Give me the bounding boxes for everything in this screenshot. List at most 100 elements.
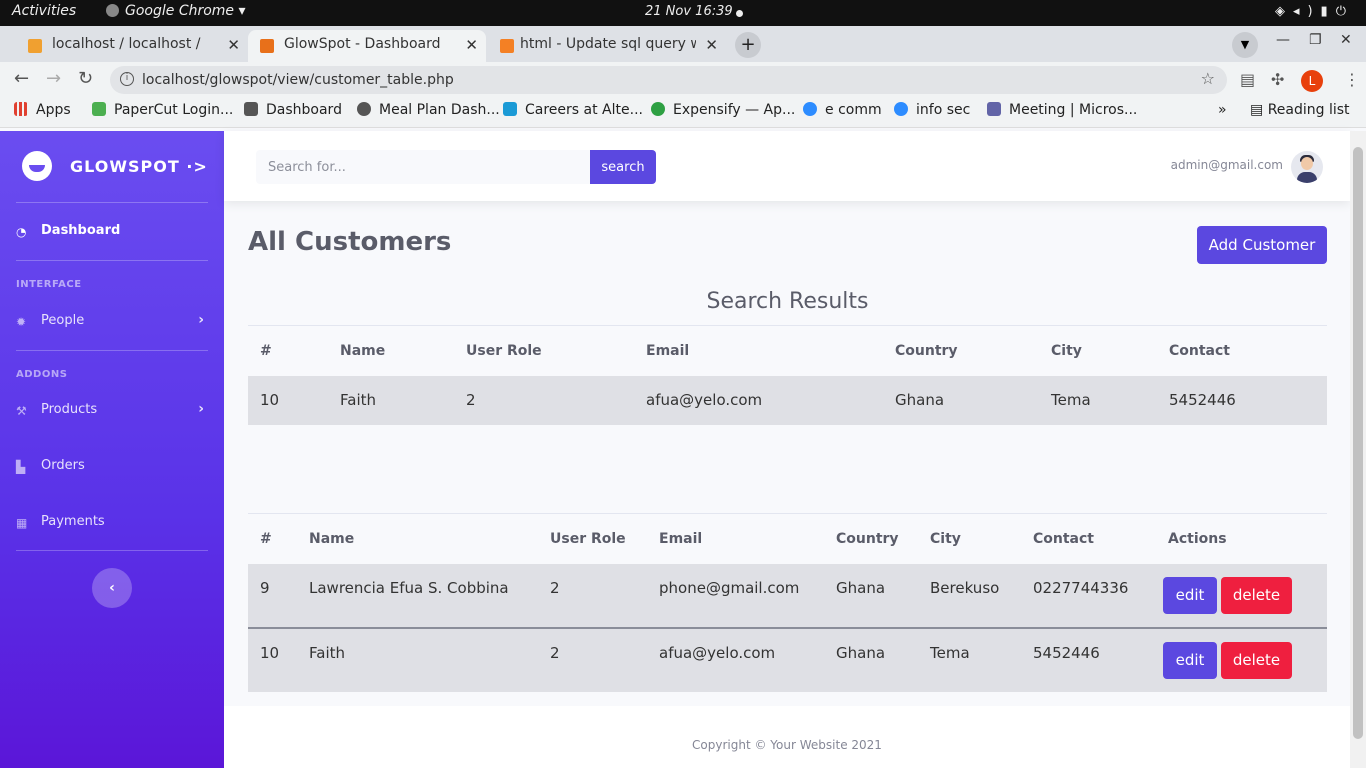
bookmark-papercut[interactable]: PaperCut Login... <box>92 102 233 118</box>
sidebar-item-orders[interactable]: ▙ Orders <box>16 458 208 480</box>
cell-city: Tema <box>930 643 970 662</box>
notification-dot-icon <box>736 10 743 17</box>
bookmark-label: Meeting | Micros... <box>1009 102 1138 118</box>
reader-mode-icon[interactable]: ▤ <box>1240 70 1255 89</box>
user-email[interactable]: admin@gmail.com <box>1171 158 1283 172</box>
column-header: Actions <box>1168 530 1227 547</box>
sidebar-item-products[interactable]: ⚒ Products › <box>16 401 208 424</box>
delete-button[interactable]: delete <box>1221 576 1292 614</box>
column-header: Name <box>309 530 355 547</box>
cell-country: Ghana <box>836 578 886 597</box>
maximize-icon[interactable]: ❐ <box>1309 32 1322 48</box>
bookmark-label: Dashboard <box>266 102 342 118</box>
bookmark-ecomm[interactable]: e comm <box>803 102 882 118</box>
search-input[interactable] <box>256 150 590 184</box>
avatar-body <box>1297 172 1317 183</box>
more-bookmarks-icon[interactable]: » <box>1218 102 1227 118</box>
bookmark-expensify[interactable]: Expensify — Ap... <box>651 102 795 118</box>
info-icon[interactable]: i <box>120 72 134 86</box>
column-header: Contact <box>1169 342 1230 359</box>
tab-glowspot[interactable]: GlowSpot - Dashboard ✕ <box>248 30 486 62</box>
column-header: Country <box>836 530 899 547</box>
address-bar[interactable]: i localhost/glowspot/view/customer_table… <box>110 66 1227 94</box>
sidebar-item-people[interactable]: ✹ People › <box>16 312 208 335</box>
cell-role: 2 <box>466 391 476 409</box>
sidebar-item-label: Payments <box>41 514 105 529</box>
reload-icon[interactable]: ↻ <box>78 68 93 89</box>
bookmark-meal-plan[interactable]: Meal Plan Dash... <box>357 102 500 118</box>
cell-country: Ghana <box>836 643 886 662</box>
chrome-icon <box>106 4 119 17</box>
battery-icon: ▮ <box>1320 4 1336 19</box>
bookmark-label: info sec <box>916 102 971 118</box>
cell-city: Berekuso <box>930 578 1000 597</box>
bookmark-label: PaperCut Login... <box>114 102 234 118</box>
tab-search-chevron-icon[interactable]: ▼ <box>1232 32 1258 58</box>
bookmark-infosec[interactable]: info sec <box>894 102 970 118</box>
papercut-icon <box>92 102 106 116</box>
scrollbar-thumb[interactable] <box>1353 147 1363 739</box>
cell-actions: edit delete <box>1156 628 1327 692</box>
cell-role: 2 <box>550 643 560 662</box>
back-arrow-icon[interactable]: ← <box>14 68 29 89</box>
bookmark-star-icon[interactable]: ☆ <box>1201 69 1215 88</box>
reading-list[interactable]: ▤ Reading list <box>1250 102 1350 118</box>
tachometer-icon: ◔ <box>16 225 27 239</box>
close-tab-icon[interactable]: ✕ <box>465 36 478 54</box>
profile-avatar[interactable]: L <box>1301 70 1323 92</box>
edit-button[interactable]: edit <box>1163 641 1217 679</box>
topbar: search admin@gmail.com <box>224 131 1350 201</box>
volume-icon: ◂) <box>1292 4 1321 19</box>
table-row: 10 Faith 2 afua@yelo.com Ghana Tema 5452… <box>248 375 1327 425</box>
sidebar-item-label: Products <box>41 402 98 417</box>
wifi-icon: ◈ <box>1274 4 1293 19</box>
tab-title: html - Update sql query w <box>520 36 696 52</box>
bookmark-label: Careers at Alte... <box>525 102 643 118</box>
table-row: 9 Lawrencia Efua S. Cobbina 2 phone@gmai… <box>248 563 1327 628</box>
app-menu[interactable]: Google Chrome ▾ <box>106 3 246 19</box>
minimize-icon[interactable]: — <box>1276 32 1290 48</box>
bookmark-apps[interactable]: Apps <box>14 102 71 118</box>
extensions-puzzle-icon[interactable]: ✣ <box>1271 70 1284 89</box>
bookmark-dashboard[interactable]: Dashboard <box>244 102 342 118</box>
bookmark-teams[interactable]: Meeting | Micros... <box>987 102 1137 118</box>
add-customer-button[interactable]: Add Customer <box>1197 226 1327 264</box>
sidebar-toggle-button[interactable]: ‹ <box>92 568 132 608</box>
tab-title: GlowSpot - Dashboard <box>284 36 441 52</box>
column-header: # <box>260 342 272 359</box>
page-scrollbar[interactable] <box>1350 131 1366 768</box>
column-header: User Role <box>466 342 542 359</box>
tab-phpmyadmin[interactable]: localhost / localhost / glo ✕ <box>8 30 248 62</box>
copyright-text: Copyright © Your Website 2021 <box>692 738 882 752</box>
new-tab-button[interactable]: + <box>735 32 761 58</box>
sidebar-item-label: Dashboard <box>41 223 121 238</box>
cell-name: Faith <box>340 391 376 409</box>
sidebar-item-dashboard[interactable]: ◔ Dashboard <box>16 223 208 245</box>
forward-arrow-icon[interactable]: → <box>46 68 61 89</box>
sidebar-divider <box>16 260 208 261</box>
close-tab-icon[interactable]: ✕ <box>705 36 718 54</box>
tab-stackoverflow[interactable]: html - Update sql query w ✕ <box>488 30 726 62</box>
bookmark-label: Expensify — Ap... <box>673 102 796 118</box>
careers-icon <box>503 102 517 116</box>
reading-list-label: Reading list <box>1267 102 1350 118</box>
delete-button[interactable]: delete <box>1221 641 1292 679</box>
activities-button[interactable]: Activities <box>12 3 76 19</box>
bookmark-careers[interactable]: Careers at Alte... <box>503 102 643 118</box>
zoom-icon <box>803 102 817 116</box>
chart-area-icon: ▙ <box>16 460 26 474</box>
close-window-icon[interactable]: ✕ <box>1340 32 1352 48</box>
apps-grid-icon <box>14 102 28 116</box>
teams-icon <box>987 102 1001 116</box>
edit-button[interactable]: edit <box>1163 576 1217 614</box>
clock[interactable]: 21 Nov 16:39 <box>645 4 733 19</box>
reading-list-icon: ▤ <box>1250 102 1268 118</box>
sidebar-divider <box>16 550 208 551</box>
kebab-menu-icon[interactable]: ⋮ <box>1344 70 1360 89</box>
avatar[interactable] <box>1291 151 1323 183</box>
close-tab-icon[interactable]: ✕ <box>227 36 240 54</box>
system-tray[interactable]: ◈◂)▮⏻ <box>1275 4 1354 19</box>
sidebar-item-payments[interactable]: ▦ Payments <box>16 514 208 536</box>
search-button[interactable]: search <box>590 150 656 184</box>
sidebar-item-label: Orders <box>41 458 85 473</box>
